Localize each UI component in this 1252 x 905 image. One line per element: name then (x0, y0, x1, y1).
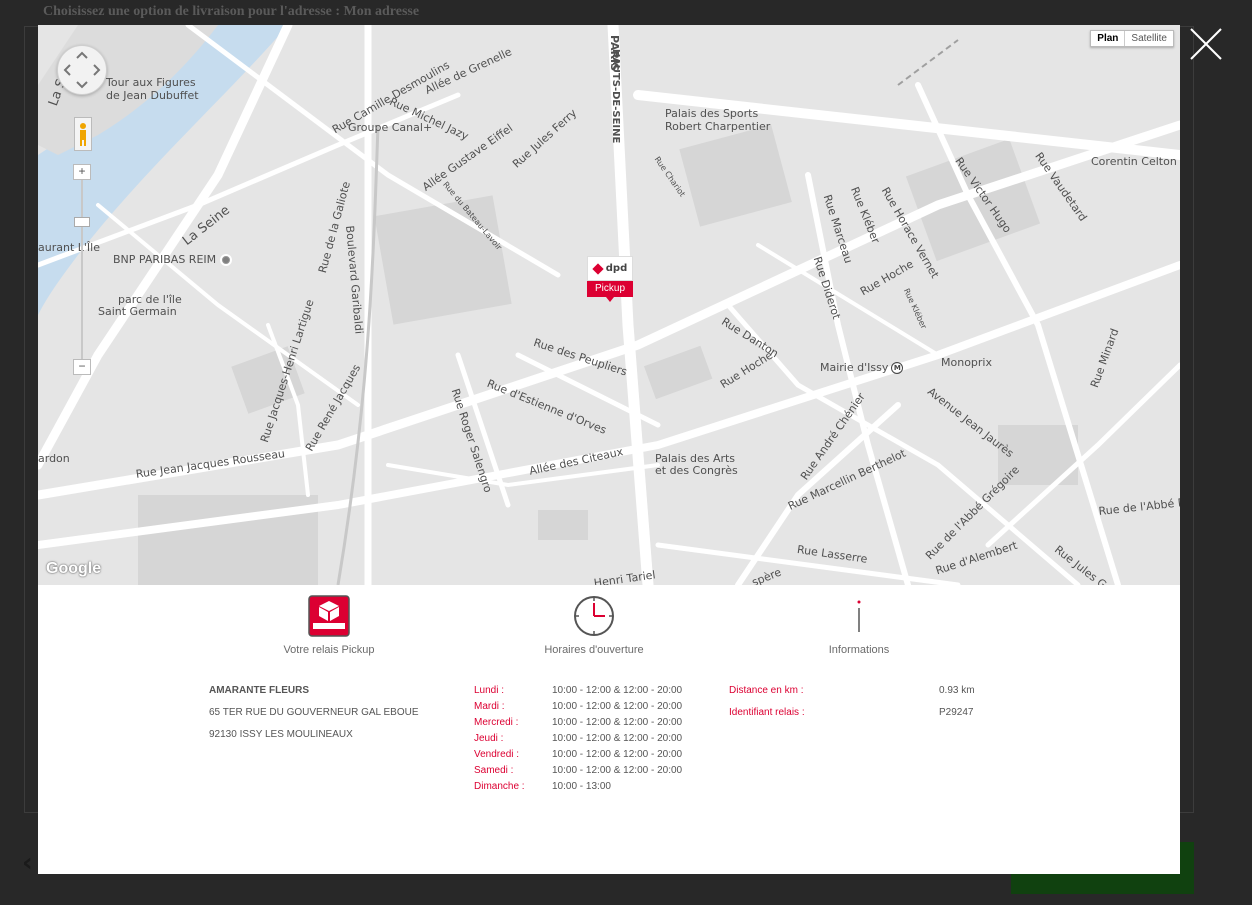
map-type-plan-button[interactable]: Plan (1091, 31, 1126, 46)
pickup-marker[interactable]: dpd Pickup (587, 256, 633, 302)
street-view-pegman-icon[interactable] (74, 117, 92, 151)
info-distance-value: 0.93 km (939, 685, 975, 696)
zoom-slider-handle[interactable] (74, 217, 90, 227)
marker-pointer (606, 297, 614, 302)
map-label-hauts-de-seine: HAUTS-DE-SEINE (610, 49, 621, 144)
zoom-out-button[interactable]: − (73, 359, 91, 375)
hours-day-2: Mardi : (474, 701, 505, 712)
dpd-logo: dpd (587, 256, 633, 281)
section-relay-title: Votre relais Pickup (283, 644, 375, 656)
info-icon (779, 594, 939, 638)
map-label-palais-sports-2: Robert Charpentier (665, 120, 771, 133)
hours-day-7: Dimanche : (474, 781, 525, 792)
relay-name: AMARANTE FLEURS (209, 685, 309, 696)
hours-time-2: 10:00 - 12:00 & 12:00 - 20:00 (552, 701, 683, 712)
hours-day-5: Vendredi : (474, 749, 520, 760)
relay-address-line1: 65 TER RUE DU GOUVERNEUR GAL EBOUE (209, 707, 419, 718)
hours-time-6: 10:00 - 12:00 & 12:00 - 20:00 (552, 765, 683, 776)
pan-control[interactable] (57, 45, 107, 95)
map-label-groupe-canal: Groupe Canal+ (348, 121, 433, 134)
section-hours-title: Horaires d'ouverture (544, 644, 644, 656)
map-label-corentin: Corentin CeltonM (1091, 155, 1180, 168)
map-label-ardon: ardon (38, 452, 70, 465)
info-relay-id-label: Identifiant relais : (729, 707, 805, 718)
page-title: Choisissez une option de livraison pour … (43, 4, 420, 19)
map[interactable]: Tour aux Figures de Jean Dubuffet La S L… (38, 25, 1180, 585)
map-type-control: Plan Satellite (1090, 30, 1174, 47)
hours-time-4: 10:00 - 12:00 & 12:00 - 20:00 (552, 733, 683, 744)
map-label-parc-2: Saint Germain (98, 305, 177, 318)
map-label-bnp: BNP PARIBAS REIM (113, 253, 233, 266)
info-distance-label: Distance en km : (729, 685, 804, 696)
section-info-header: Informations (779, 594, 939, 656)
dpd-cube-icon (592, 262, 604, 275)
section-relay-header: Votre relais Pickup (249, 594, 409, 656)
hours-day-4: Jeudi : (474, 733, 504, 744)
hours-day-3: Mercredi : (474, 717, 519, 728)
relay-address-line2: 92130 ISSY LES MOULINEAUX (209, 729, 353, 740)
zoom-in-button[interactable]: + (73, 164, 91, 180)
dpd-parcel-icon (249, 594, 409, 638)
section-info-title: Informations (828, 644, 890, 656)
map-label-tour-2: de Jean Dubuffet (106, 89, 199, 102)
relay-info-panel: Votre relais Pickup Horaires d'ouverture (38, 585, 1180, 874)
map-label-palais-arts-2: et des Congrès (655, 464, 738, 477)
hours-day-6: Samedi : (474, 765, 514, 776)
hours-time-1: 10:00 - 12:00 & 12:00 - 20:00 (552, 685, 683, 696)
map-label-mairie: Mairie d'Issy M (820, 361, 904, 374)
map-label-restaurant: aurant L'Île (38, 241, 100, 254)
previous-arrow-icon[interactable]: ‹ (22, 848, 33, 878)
pickup-marker-label: Pickup (587, 281, 633, 297)
close-modal-button[interactable] (1186, 24, 1226, 64)
zoom-slider-rail (81, 177, 83, 367)
info-relay-id-value: P29247 (939, 707, 974, 718)
map-label-tour: Tour aux Figures (106, 76, 196, 89)
hours-time-3: 10:00 - 12:00 & 12:00 - 20:00 (552, 717, 683, 728)
clock-icon (514, 594, 674, 638)
map-type-satellite-button[interactable]: Satellite (1125, 31, 1173, 46)
close-icon (1190, 28, 1222, 60)
section-hours-header: Horaires d'ouverture (514, 594, 674, 656)
map-label-monoprix: Monoprix (941, 356, 992, 369)
hours-day-1: Lundi : (474, 685, 505, 696)
google-logo[interactable]: Google (46, 560, 101, 578)
pan-arrows-icon (63, 51, 101, 89)
map-label-palais-sports: Palais des Sports (665, 107, 759, 120)
relay-details-modal: Tour aux Figures de Jean Dubuffet La S L… (38, 25, 1180, 874)
hours-time-5: 10:00 - 12:00 & 12:00 - 20:00 (552, 749, 683, 760)
hours-time-7: 10:00 - 13:00 (552, 781, 611, 792)
map-base (38, 25, 1180, 585)
